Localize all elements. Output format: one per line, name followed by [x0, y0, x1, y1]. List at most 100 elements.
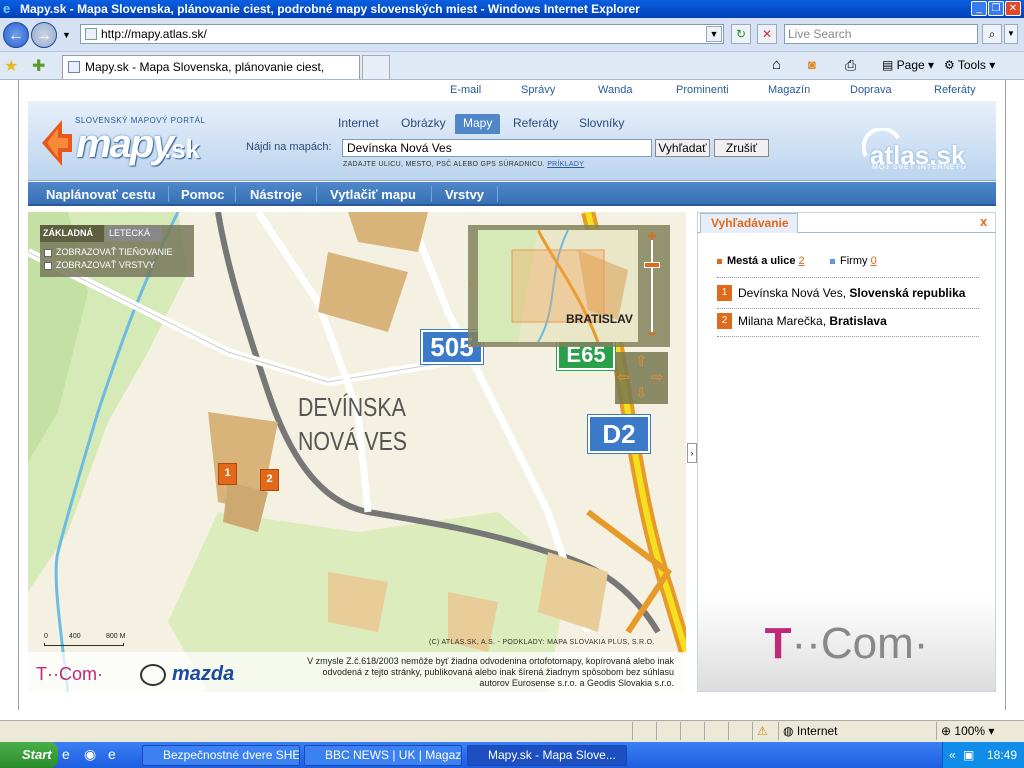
- logo-arrow-icon: [42, 120, 72, 166]
- toplink-doprava[interactable]: Doprava: [850, 84, 892, 96]
- result-item[interactable]: 1 Devínska Nová Ves, Slovenská republika: [717, 283, 979, 309]
- tcom-logo-small[interactable]: T··Com·: [36, 664, 103, 685]
- mazda-logo-icon[interactable]: [140, 664, 166, 686]
- page-menu[interactable]: ▤ Page ▾: [882, 56, 934, 74]
- search-tab-internet[interactable]: Internet: [338, 114, 379, 134]
- toplink-magazin[interactable]: Magazín: [768, 84, 810, 96]
- atlas-tagline: MÔJ SVET INTERNETU: [872, 164, 967, 171]
- refresh-button[interactable]: ↻: [731, 24, 751, 44]
- task-item[interactable]: BBC NEWS | UK | Magazi...: [304, 745, 462, 766]
- menu-separator: [431, 186, 432, 202]
- main-menu-bar: [28, 182, 996, 206]
- security-zone[interactable]: ◍ Internet: [778, 722, 936, 740]
- map-pin-1[interactable]: 1: [218, 463, 237, 485]
- search-tab-mapy[interactable]: Mapy: [455, 114, 501, 134]
- search-icon[interactable]: ⌕: [982, 24, 1002, 44]
- status-cell: [728, 722, 752, 740]
- sidebar-tab-search[interactable]: Vyhľadávanie: [700, 213, 798, 233]
- add-favorites-icon[interactable]: ✚: [32, 56, 45, 76]
- search-tab-referaty[interactable]: Referáty: [513, 114, 558, 134]
- search-button[interactable]: Vyhľadať: [655, 139, 710, 157]
- map-search-input[interactable]: Devínska Nová Ves: [342, 139, 652, 157]
- map-type-aerial[interactable]: LETECKÁ: [106, 226, 162, 241]
- tray-network-icon[interactable]: ▣: [963, 742, 974, 768]
- task-item[interactable]: Bezpečnostné dvere SHE...: [142, 745, 300, 766]
- layers-checkbox[interactable]: [44, 262, 52, 270]
- history-dropdown-icon[interactable]: ▼: [62, 30, 71, 40]
- search-options-icon[interactable]: ▼: [1004, 24, 1018, 44]
- globe-icon: ◍: [783, 724, 797, 738]
- task-item-active[interactable]: Mapy.sk - Mapa Slove...: [467, 745, 627, 766]
- tab-mapy[interactable]: Mapy.sk - Mapa Slovenska, plánovanie cie…: [62, 55, 360, 96]
- layers-label: ZOBRAZOVAŤ VRSTVY: [56, 260, 155, 270]
- pan-left-icon[interactable]: ⇦: [617, 368, 630, 386]
- pan-down-icon[interactable]: ⇩: [635, 384, 648, 402]
- menu-help[interactable]: Pomoc: [181, 187, 224, 202]
- shading-checkbox[interactable]: [44, 249, 52, 257]
- tcom-banner[interactable]: T··Com·: [698, 596, 995, 691]
- top-links: E-mail Správy Wanda Prominenti Magazín D…: [420, 84, 990, 100]
- quicklaunch-media-icon[interactable]: ◉: [84, 746, 96, 763]
- toplink-prominenti[interactable]: Prominenti: [676, 84, 729, 96]
- tools-menu[interactable]: ⚙ Tools ▾: [944, 56, 995, 74]
- toplink-spravy[interactable]: Správy: [521, 84, 555, 96]
- address-input[interactable]: http://mapy.atlas.sk/: [80, 24, 724, 44]
- clock[interactable]: 18:49: [987, 742, 1017, 768]
- status-cell: [656, 722, 680, 740]
- logo-text[interactable]: mapy: [76, 122, 174, 167]
- sidebar-close-icon[interactable]: x: [980, 214, 987, 229]
- tray-expand-icon[interactable]: «: [949, 742, 956, 768]
- url-dropdown-icon[interactable]: ▼: [706, 26, 722, 42]
- menu-separator: [497, 186, 498, 202]
- zoom-handle[interactable]: [644, 262, 660, 268]
- search-tab-slovniky[interactable]: Slovníky: [579, 114, 624, 134]
- print-icon[interactable]: ⎙: [845, 56, 856, 74]
- cancel-button[interactable]: Zrušiť: [714, 139, 769, 157]
- zoom-out-icon[interactable]: −: [643, 327, 661, 343]
- sidebar-toggle-icon[interactable]: ›: [687, 443, 697, 463]
- toplink-referaty[interactable]: Referáty: [934, 84, 976, 96]
- magnifier-icon: ⊕: [941, 724, 955, 738]
- pan-up-icon[interactable]: ⇧: [635, 352, 648, 370]
- back-button[interactable]: ←: [3, 22, 29, 48]
- menu-print-map[interactable]: Vytlačiť mapu: [330, 187, 416, 202]
- menu-layers[interactable]: Vrstvy: [445, 187, 484, 202]
- window-title-bar: e Mapy.sk - Mapa Slovenska, plánovanie c…: [0, 0, 1024, 18]
- stop-button[interactable]: ✕: [757, 24, 777, 44]
- favorites-star-icon[interactable]: ★: [4, 56, 18, 76]
- collapse-overview-icon[interactable]: ›: [470, 278, 473, 289]
- minimize-button[interactable]: _: [971, 1, 987, 16]
- mazda-logo[interactable]: mazda: [172, 663, 234, 686]
- status-cell: [632, 722, 656, 740]
- map-pin-2[interactable]: 2: [260, 469, 279, 491]
- feeds-icon[interactable]: ◙: [808, 56, 816, 74]
- menu-plan-route[interactable]: Naplánovať cestu: [46, 187, 156, 202]
- forward-button[interactable]: →: [31, 22, 57, 48]
- live-search-input[interactable]: Live Search: [784, 24, 978, 44]
- start-button[interactable]: Start: [0, 742, 58, 768]
- quicklaunch-desktop-icon[interactable]: e: [108, 746, 116, 762]
- filter-firms[interactable]: Firmy 0: [830, 255, 877, 267]
- toplink-wanda[interactable]: Wanda: [598, 84, 632, 96]
- zoom-slider[interactable]: + −: [643, 229, 661, 343]
- bullet-icon: [717, 258, 722, 264]
- zoom-in-icon[interactable]: +: [643, 229, 661, 245]
- examples-link[interactable]: PRÍKLADY: [547, 161, 584, 168]
- finder-label: Nájdi na mapách:: [246, 141, 332, 153]
- toplink-email[interactable]: E-mail: [450, 84, 481, 96]
- map-type-basic[interactable]: ZÁKLADNÁ: [40, 225, 104, 242]
- search-tab-obrazky[interactable]: Obrázky: [401, 114, 446, 134]
- maximize-button[interactable]: ❐: [988, 1, 1004, 16]
- close-window-button[interactable]: ✕: [1005, 1, 1021, 16]
- new-tab-button[interactable]: [362, 55, 390, 79]
- pan-right-icon[interactable]: ⇨: [651, 368, 664, 386]
- zoom-level[interactable]: ⊕ 100% ▾: [936, 722, 1024, 740]
- system-tray: « ▣ 18:49: [942, 742, 1024, 768]
- divider: [717, 277, 979, 278]
- window-title: Mapy.sk - Mapa Slovenska, plánovanie cie…: [20, 2, 640, 16]
- result-item[interactable]: 2 Milana Marečka, Bratislava: [717, 311, 979, 337]
- quicklaunch-ie-icon[interactable]: e: [62, 746, 70, 762]
- home-icon[interactable]: ⌂: [772, 56, 781, 74]
- filter-cities[interactable]: Mestá a ulice 2: [717, 255, 805, 267]
- menu-tools[interactable]: Nástroje: [250, 187, 302, 202]
